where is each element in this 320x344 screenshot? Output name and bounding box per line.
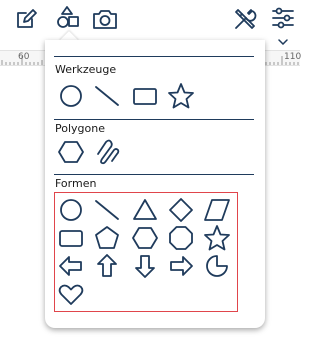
pie-shape-icon[interactable] xyxy=(203,252,231,280)
section-title-formen: Formen xyxy=(55,177,97,190)
settings-sliders-icon[interactable] xyxy=(271,7,295,29)
app-root: 60 110 Werkzeuge Polygone Formen xyxy=(0,0,302,344)
diamond-shape-icon[interactable] xyxy=(167,196,195,224)
arrow-right-shape-icon[interactable] xyxy=(167,252,195,280)
section-divider xyxy=(54,174,254,175)
pentagon-shape-icon[interactable] xyxy=(93,224,121,252)
hexagon-shape-icon[interactable] xyxy=(131,224,159,252)
star-shape-icon[interactable] xyxy=(203,224,231,252)
line-shape-icon[interactable] xyxy=(93,196,121,224)
camera-icon[interactable] xyxy=(92,8,118,30)
arrow-down-shape-icon[interactable] xyxy=(131,252,159,280)
circle-tool-icon[interactable] xyxy=(57,82,85,110)
tools-icon[interactable] xyxy=(232,6,258,32)
ruler-label: 60 xyxy=(18,52,30,62)
octagon-shape-icon[interactable] xyxy=(167,224,195,252)
shapes-icon[interactable] xyxy=(56,5,80,31)
parallelogram-shape-icon[interactable] xyxy=(203,196,231,224)
shapes-dropdown-panel: Werkzeuge Polygone Formen xyxy=(45,40,265,328)
ruler-label: 110 xyxy=(284,52,302,62)
section-divider xyxy=(54,56,254,57)
edit-icon[interactable] xyxy=(14,7,38,31)
star-tool-icon[interactable] xyxy=(167,82,195,110)
section-title-polygone: Polygone xyxy=(55,122,105,135)
heart-shape-icon[interactable] xyxy=(57,280,85,308)
rounded-rectangle-shape-icon[interactable] xyxy=(57,224,85,252)
arrow-up-shape-icon[interactable] xyxy=(93,252,121,280)
top-toolbar xyxy=(0,0,300,46)
chevron-down-icon xyxy=(278,30,288,49)
hexagon-tool-icon[interactable] xyxy=(57,138,85,166)
section-title-werkzeuge: Werkzeuge xyxy=(55,63,117,76)
arrow-left-shape-icon[interactable] xyxy=(57,252,85,280)
rectangle-tool-icon[interactable] xyxy=(131,82,159,110)
section-divider xyxy=(54,119,254,120)
freehand-curve-tool-icon[interactable] xyxy=(93,138,121,166)
triangle-shape-icon[interactable] xyxy=(131,196,159,224)
line-tool-icon[interactable] xyxy=(93,82,121,110)
circle-shape-icon[interactable] xyxy=(57,196,85,224)
